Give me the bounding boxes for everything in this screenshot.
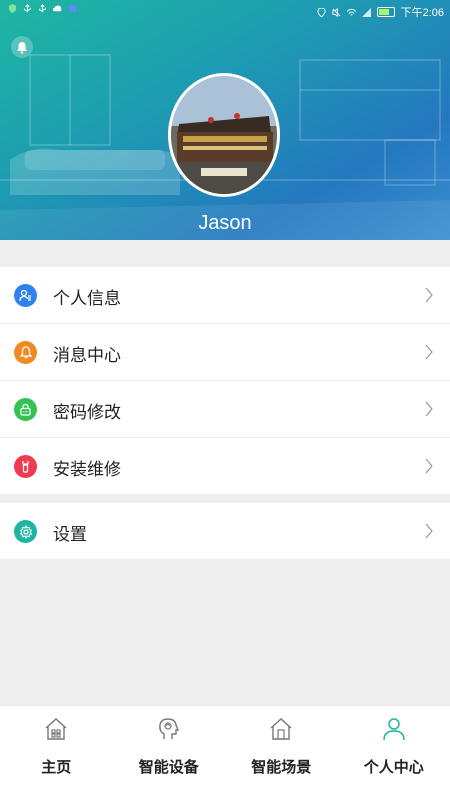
nav-label: 主页 bbox=[0, 756, 113, 777]
avatar[interactable] bbox=[168, 73, 280, 197]
smart-device-icon bbox=[156, 716, 182, 742]
chevron-right-icon bbox=[424, 343, 434, 361]
menu-group: 个人信息 消息中心 *** 密码修改 安装维修 bbox=[0, 267, 450, 494]
menu-label: 消息中心 bbox=[53, 341, 121, 366]
svg-text:***: *** bbox=[23, 410, 28, 414]
menu-item-change-password[interactable]: *** 密码修改 bbox=[0, 381, 450, 438]
nav-item-home[interactable]: 主页 bbox=[0, 706, 113, 801]
notification-bell-button[interactable] bbox=[11, 36, 33, 58]
menu-item-message-center[interactable]: 消息中心 bbox=[0, 324, 450, 381]
mute-icon bbox=[332, 8, 341, 17]
nav-label: 个人中心 bbox=[338, 756, 450, 777]
bell-icon bbox=[14, 341, 37, 364]
nav-item-personal-center[interactable]: 个人中心 bbox=[338, 706, 450, 801]
nav-label: 智能设备 bbox=[113, 756, 226, 777]
menu-item-settings[interactable]: 设置 bbox=[0, 503, 450, 559]
menu-item-install-repair[interactable]: 安装维修 bbox=[0, 438, 450, 494]
home-icon bbox=[43, 716, 69, 742]
app-notification-icon bbox=[68, 4, 77, 13]
nav-item-smart-devices[interactable]: 智能设备 bbox=[113, 706, 226, 801]
menu-label: 安装维修 bbox=[53, 455, 121, 480]
location-icon bbox=[317, 8, 326, 17]
menu-item-personal-info[interactable]: 个人信息 bbox=[0, 267, 450, 324]
settings-group: 设置 bbox=[0, 503, 450, 559]
usb-icon bbox=[23, 4, 32, 13]
chevron-right-icon bbox=[424, 522, 434, 540]
menu-label: 设置 bbox=[53, 520, 87, 545]
chevron-right-icon bbox=[424, 286, 434, 304]
chevron-right-icon bbox=[424, 400, 434, 418]
chevron-right-icon bbox=[424, 457, 434, 475]
signal-icon bbox=[362, 8, 371, 17]
profile-header: Jason bbox=[0, 0, 450, 240]
nav-label: 智能场景 bbox=[225, 756, 338, 777]
cloud-icon bbox=[53, 4, 62, 13]
menu-label: 密码修改 bbox=[53, 398, 121, 423]
nav-item-smart-scenes[interactable]: 智能场景 bbox=[225, 706, 338, 801]
gear-icon bbox=[14, 520, 37, 543]
shield-icon bbox=[8, 4, 17, 13]
lock-icon: *** bbox=[14, 398, 37, 421]
avatar-photo bbox=[171, 76, 277, 194]
user-info-icon bbox=[14, 284, 37, 307]
usb-icon bbox=[38, 4, 47, 13]
status-time: 下午2:06 bbox=[401, 4, 444, 20]
bottom-nav: 主页 智能设备 智能场景 个人中心 bbox=[0, 705, 450, 801]
wrench-icon bbox=[14, 455, 37, 478]
status-bar: 下午2:06 bbox=[0, 0, 450, 22]
smart-scene-icon bbox=[268, 716, 294, 742]
username: Jason bbox=[0, 212, 450, 235]
person-icon bbox=[381, 716, 407, 742]
bell-icon bbox=[16, 41, 28, 54]
wifi-icon bbox=[347, 8, 356, 17]
battery-icon bbox=[377, 7, 395, 17]
menu-label: 个人信息 bbox=[53, 284, 121, 309]
